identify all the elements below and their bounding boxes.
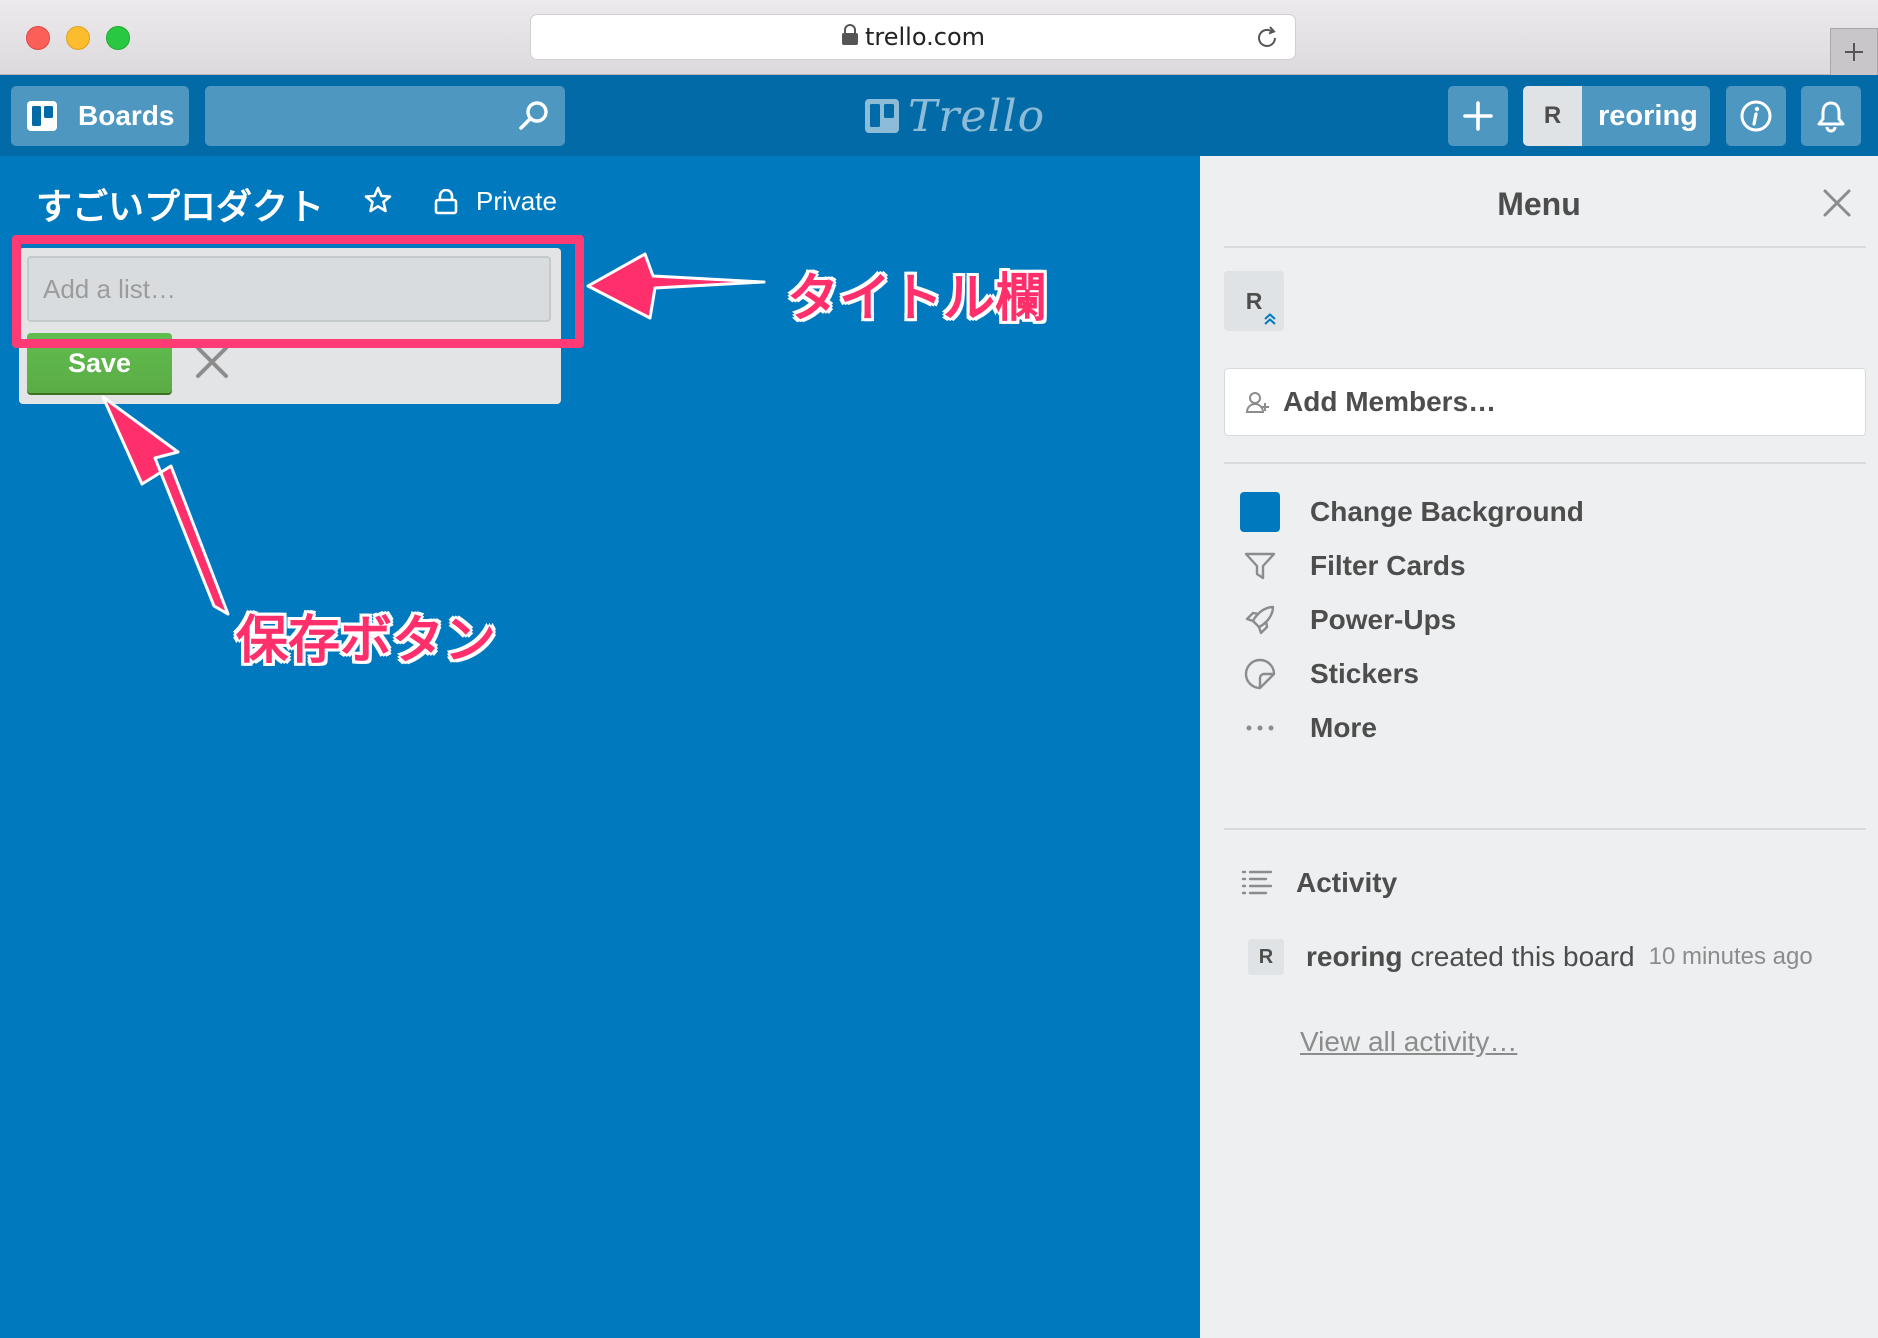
menu-item-label: Power-Ups bbox=[1310, 604, 1457, 635]
activity-timestamp[interactable]: 10 minutes ago bbox=[1649, 943, 1813, 971]
filter-cards-item[interactable]: Filter Cards bbox=[1240, 542, 1466, 590]
new-tab-button[interactable] bbox=[1830, 28, 1878, 75]
member-menu-button[interactable]: R reoring bbox=[1523, 86, 1710, 146]
background-swatch bbox=[1240, 492, 1280, 532]
power-ups-item[interactable]: Power-Ups bbox=[1240, 596, 1456, 644]
divider bbox=[1224, 246, 1866, 248]
annotation-arrows bbox=[101, 252, 766, 616]
sticker-icon bbox=[1244, 658, 1276, 690]
menu-title: Menu bbox=[1497, 186, 1581, 222]
arrow-to-title-field bbox=[586, 252, 766, 320]
more-item[interactable]: More bbox=[1240, 704, 1377, 752]
view-all-activity-link[interactable]: View all activity… bbox=[1300, 1026, 1517, 1058]
change-background-item[interactable]: Change Background bbox=[1240, 488, 1584, 536]
bell-icon bbox=[1817, 101, 1845, 133]
activity-header: Activity bbox=[1240, 866, 1397, 900]
activity-entry: R reoring created this board 10 minutes … bbox=[1248, 939, 1813, 975]
member-name: reoring bbox=[1598, 99, 1698, 132]
plus-icon bbox=[1463, 101, 1493, 131]
activity-title: Activity bbox=[1296, 867, 1398, 898]
menu-item-label: More bbox=[1310, 712, 1377, 743]
menu-item-label: Filter Cards bbox=[1310, 550, 1466, 581]
create-button[interactable] bbox=[1448, 86, 1508, 146]
activity-user[interactable]: reoring bbox=[1306, 941, 1402, 973]
add-members-button[interactable]: Add Members… bbox=[1224, 368, 1866, 436]
reload-icon[interactable] bbox=[1253, 24, 1281, 52]
save-button-annotation: 保存ボタン bbox=[236, 612, 497, 670]
activity-list-icon bbox=[1241, 870, 1273, 895]
close-icon[interactable] bbox=[1820, 186, 1854, 220]
add-member-icon bbox=[1245, 392, 1269, 413]
member-avatar[interactable]: R bbox=[1224, 271, 1284, 331]
divider bbox=[1224, 828, 1866, 830]
admin-chevron-icon bbox=[1264, 313, 1276, 325]
avatar: R bbox=[1523, 86, 1582, 146]
menu-item-label: Stickers bbox=[1310, 658, 1419, 689]
title-field-annotation: タイトル欄 bbox=[787, 270, 1048, 328]
rocket-icon bbox=[1245, 605, 1275, 635]
new-tab-icon bbox=[1845, 43, 1863, 61]
activity-text: created this board bbox=[1410, 941, 1635, 972]
board-menu-panel: Menu R Add Members… Change Background Fi… bbox=[1200, 156, 1878, 1338]
divider bbox=[1224, 462, 1866, 464]
notifications-button[interactable] bbox=[1801, 86, 1861, 146]
filter-icon bbox=[1244, 552, 1276, 580]
info-button[interactable] bbox=[1726, 86, 1786, 146]
more-icon bbox=[1246, 725, 1274, 731]
avatar[interactable]: R bbox=[1248, 939, 1284, 975]
menu-item-label: Change Background bbox=[1310, 496, 1584, 527]
add-members-label: Add Members… bbox=[1283, 386, 1497, 417]
stickers-item[interactable]: Stickers bbox=[1240, 650, 1419, 698]
info-icon bbox=[1740, 100, 1772, 132]
member-initial: R bbox=[1245, 287, 1263, 314]
arrow-to-save-button bbox=[101, 395, 230, 616]
